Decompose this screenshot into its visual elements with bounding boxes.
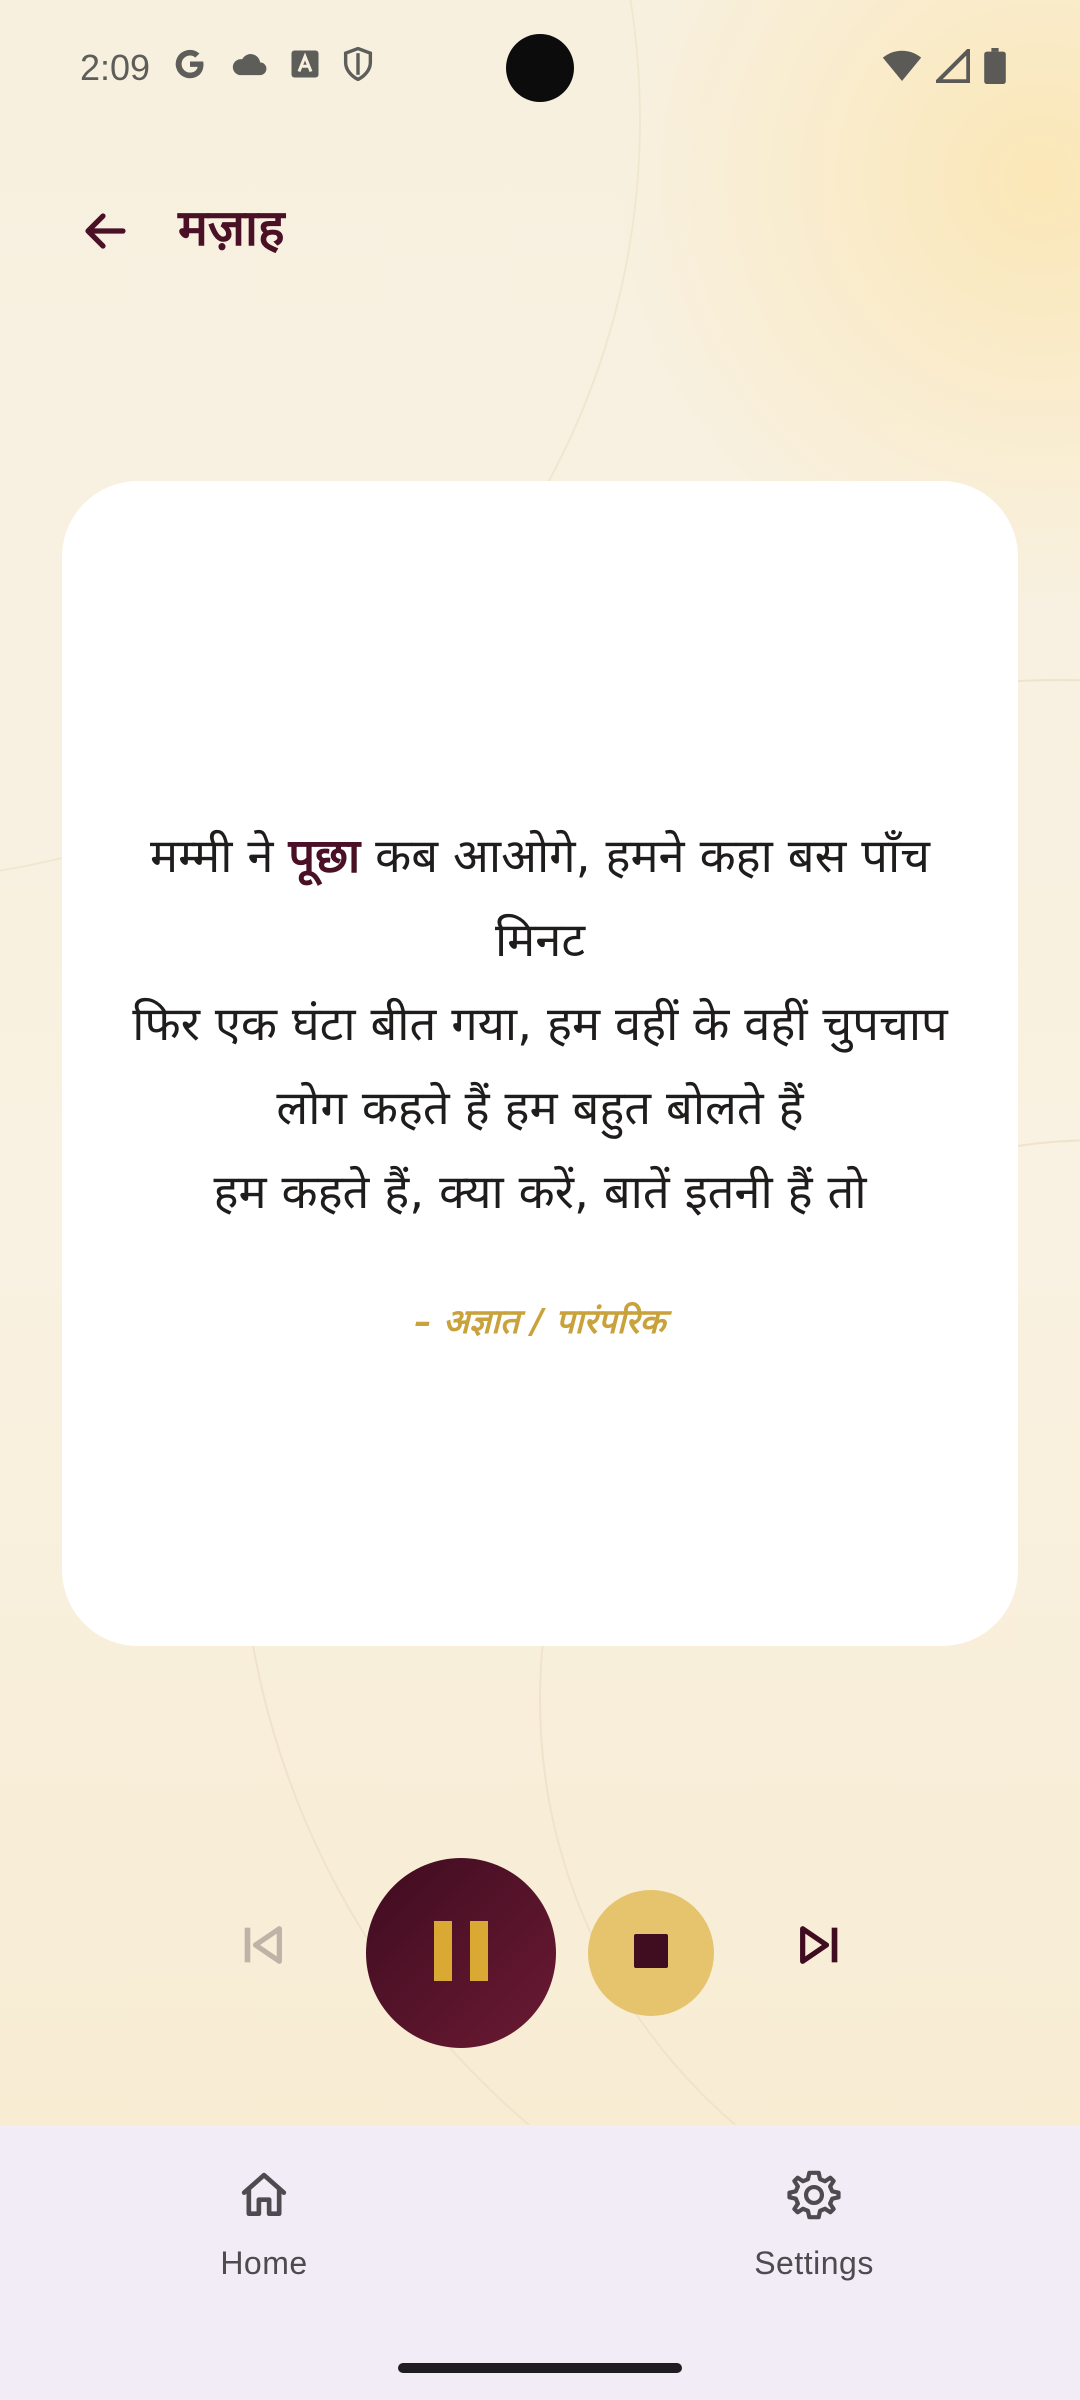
font-icon xyxy=(290,48,320,88)
nav-item-settings[interactable]: Settings xyxy=(694,2167,934,2282)
quote-text: मम्मी ने पूछा कब आओगे, हमने कहा बस पाँच … xyxy=(102,815,978,1235)
shield-icon xyxy=(342,46,374,90)
nav-label-home: Home xyxy=(220,2245,308,2281)
quote-line: हम कहते हैं, क्या करें, बातें इतनी हैं त… xyxy=(213,1164,867,1220)
camera-cutout xyxy=(506,34,574,102)
page-title: मज़ाह xyxy=(178,199,285,257)
next-button[interactable] xyxy=(780,1907,860,1987)
pause-button[interactable] xyxy=(366,1858,556,2048)
quote-line-text: मम्मी ने xyxy=(149,828,289,884)
quote-line: फिर एक घंटा बीत गया, हम वहीं के वहीं चुप… xyxy=(132,996,948,1052)
arrow-back-icon xyxy=(81,207,129,259)
google-icon xyxy=(172,46,208,91)
nav-label-settings: Settings xyxy=(754,2245,874,2281)
signal-icon xyxy=(932,45,971,87)
playback-controls xyxy=(0,1855,1080,2050)
cloud-icon xyxy=(230,48,268,88)
quote-author: – अज्ञात / पारंपरिक xyxy=(414,1301,666,1342)
quote-line-text: कब आओगे, हमने कहा बस पाँच मिनट xyxy=(360,828,931,968)
top-app-bar: मज़ाह xyxy=(0,170,1080,290)
pause-icon xyxy=(431,1918,491,1988)
stop-button[interactable] xyxy=(588,1890,714,2016)
status-icons xyxy=(882,45,1006,88)
status-time: 2:09 xyxy=(80,47,151,88)
bottom-navigation: Home Settings xyxy=(0,2125,1080,2400)
gesture-home-indicator[interactable] xyxy=(398,2363,682,2373)
highlighted-word: पूछा xyxy=(288,828,361,884)
quote-card: मम्मी ने पूछा कब आओगे, हमने कहा बस पाँच … xyxy=(62,481,1018,1646)
wifi-icon xyxy=(882,49,922,87)
back-button[interactable] xyxy=(70,198,140,268)
skip-previous-icon xyxy=(236,1919,288,1975)
skip-next-icon xyxy=(794,1919,846,1975)
quote-line: लोग कहते हैं हम बहुत बोलते हैं xyxy=(276,1080,804,1136)
nav-item-home[interactable]: Home xyxy=(144,2167,384,2282)
home-icon xyxy=(236,2167,292,2227)
gear-icon xyxy=(786,2167,842,2227)
quote-line: मम्मी ने पूछा कब आओगे, हमने कहा बस पाँच … xyxy=(102,815,978,983)
previous-button[interactable] xyxy=(222,1907,302,1987)
stop-icon xyxy=(634,1934,668,1972)
battery-icon xyxy=(984,48,1006,88)
